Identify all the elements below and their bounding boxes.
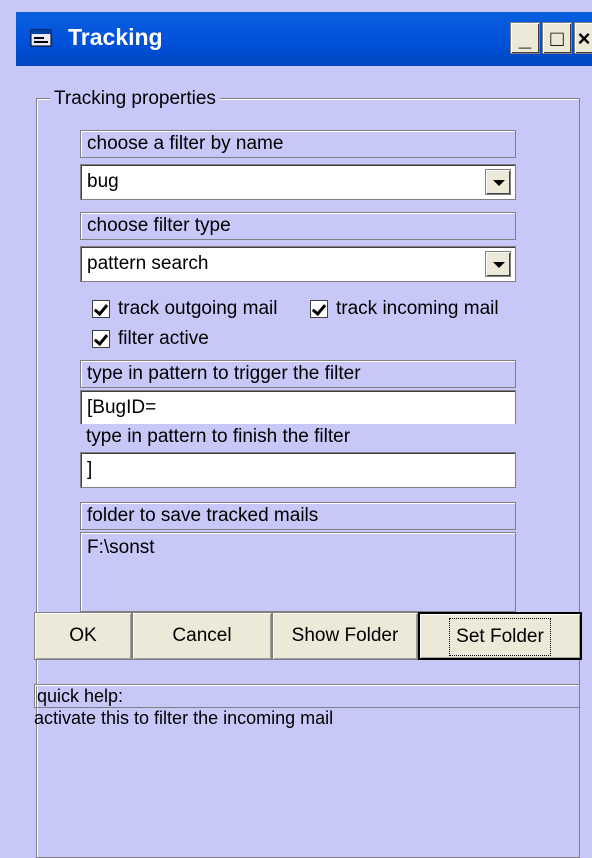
track-outgoing-checkbox[interactable]: track outgoing mail — [92, 298, 277, 320]
folder-path-field[interactable]: F:\sonst — [80, 532, 516, 612]
window-app-icon — [30, 29, 52, 47]
ok-button[interactable]: OK — [34, 612, 132, 660]
quick-help-label: quick help: — [34, 684, 580, 708]
track-incoming-label: track incoming mail — [336, 298, 499, 319]
filter-name-value: bug — [87, 171, 119, 192]
cancel-button[interactable]: Cancel — [132, 612, 272, 660]
trigger-pattern-label: type in pattern to trigger the filter — [80, 360, 516, 388]
group-legend: Tracking properties — [50, 88, 220, 110]
maximize-button[interactable]: □ — [542, 22, 572, 54]
set-folder-label: Set Folder — [449, 618, 551, 656]
checkmark-icon[interactable] — [92, 300, 110, 318]
close-button[interactable]: × — [574, 22, 592, 54]
trigger-pattern-input[interactable]: [BugID= — [80, 390, 516, 426]
finish-pattern-label: type in pattern to finish the filter — [80, 424, 516, 452]
checkmark-icon[interactable] — [310, 300, 328, 318]
filter-type-label: choose filter type — [80, 212, 516, 240]
filter-name-label: choose a filter by name — [80, 130, 516, 158]
filter-type-value: pattern search — [87, 253, 209, 274]
title-bar[interactable]: Tracking _ □ × — [16, 12, 592, 66]
set-folder-button[interactable]: Set Folder — [418, 612, 582, 660]
chevron-down-icon[interactable] — [485, 169, 511, 195]
quick-help-text: activate this to filter the incoming mai… — [34, 708, 334, 728]
show-folder-button[interactable]: Show Folder — [272, 612, 418, 660]
chevron-down-icon[interactable] — [485, 251, 511, 277]
filter-name-select[interactable]: bug — [80, 164, 516, 200]
folder-label: folder to save tracked mails — [80, 502, 516, 530]
window-title: Tracking — [68, 24, 163, 50]
track-incoming-checkbox[interactable]: track incoming mail — [310, 298, 499, 320]
title-bar-area: Tracking _ □ × — [0, 0, 592, 78]
filter-type-select[interactable]: pattern search — [80, 246, 516, 282]
filter-active-checkbox[interactable]: filter active — [92, 328, 209, 350]
checkmark-icon[interactable] — [92, 330, 110, 348]
minimize-button[interactable]: _ — [510, 22, 540, 54]
finish-pattern-input[interactable]: ] — [80, 452, 516, 488]
filter-active-label: filter active — [118, 328, 209, 349]
track-outgoing-label: track outgoing mail — [118, 298, 278, 319]
